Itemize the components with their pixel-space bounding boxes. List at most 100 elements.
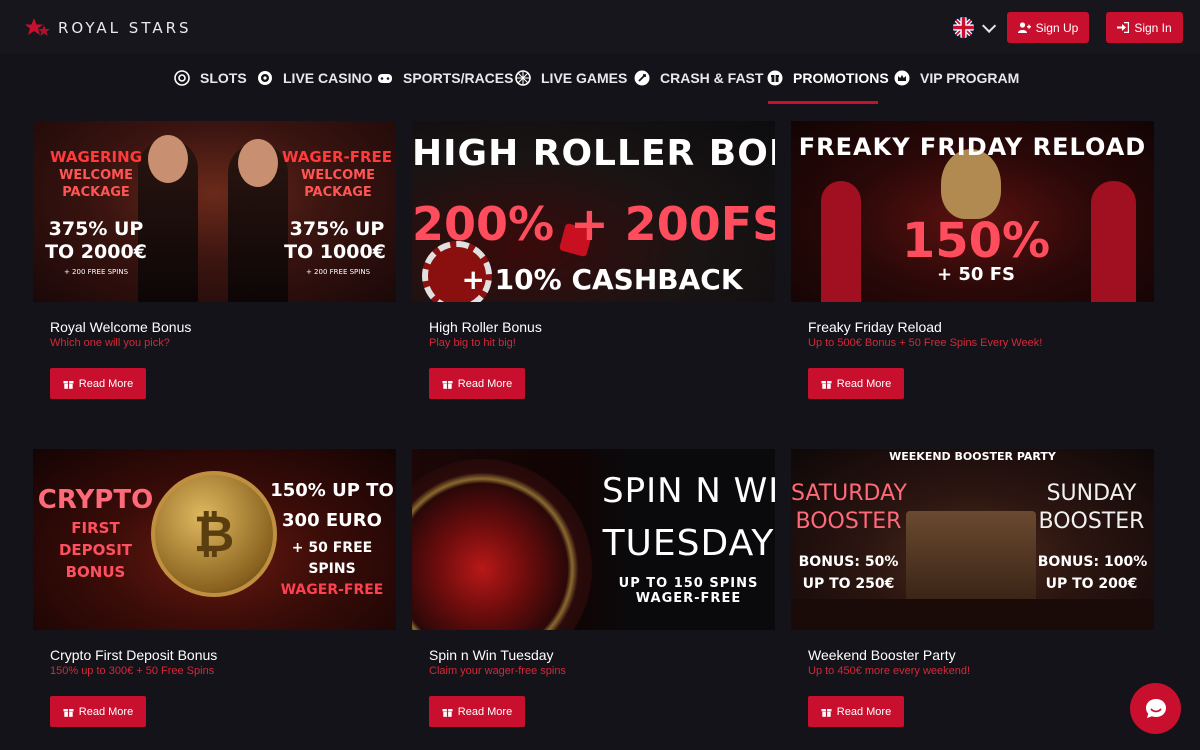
promo-card-crypto: ₿ CRYPTO FIRST DEPOSIT BONUS 150% UP TO … xyxy=(33,449,396,727)
promo-title: Freaky Friday Reload xyxy=(808,319,942,335)
promo-banner[interactable]: SPIN N WIN TUESDAY UP TO 150 SPINS WAGER… xyxy=(412,449,775,630)
active-tab-indicator xyxy=(768,101,878,104)
banner-text: WAGER-FREE xyxy=(635,591,742,606)
gamepad-icon xyxy=(377,70,393,86)
banner-text: BOOSTER xyxy=(1038,509,1145,534)
promo-banner[interactable]: ₿ CRYPTO FIRST DEPOSIT BONUS 150% UP TO … xyxy=(33,449,396,630)
banner-text: BONUS: 50% xyxy=(798,554,899,570)
rocket-icon xyxy=(634,70,650,86)
promo-title: Weekend Booster Party xyxy=(808,647,956,663)
banner-text: WAGER-FREE xyxy=(280,582,384,598)
banner-text: UP TO 150 SPINS xyxy=(618,576,759,591)
crown-icon xyxy=(894,70,910,86)
nav-label: SLOTS xyxy=(200,70,247,86)
nav-item-promotions[interactable]: PROMOTIONS xyxy=(767,70,889,86)
chat-bubble-icon xyxy=(1145,698,1166,718)
sign-in-icon xyxy=(1117,22,1130,33)
read-more-label: Read More xyxy=(457,377,513,390)
bitcoin-coin-icon: ₿ xyxy=(151,471,277,597)
sign-up-label: Sign Up xyxy=(1035,20,1079,35)
gift-icon xyxy=(442,709,453,717)
roulette-wheel-icon xyxy=(412,459,592,630)
model-face xyxy=(238,139,278,187)
banner-text: TO 1000€ xyxy=(284,241,386,263)
sign-in-label: Sign In xyxy=(1134,20,1172,35)
gift-icon xyxy=(821,381,832,389)
promo-title: Crypto First Deposit Bonus xyxy=(50,647,218,663)
promo-card-freaky-friday: FREAKY FRIDAY RELOAD 150% + 50 FS Freaky… xyxy=(791,121,1154,399)
slot-chip-icon xyxy=(174,70,190,86)
banner-text: WEEKEND BOOSTER PARTY xyxy=(889,450,1056,463)
promo-subtitle: Which one will you pick? xyxy=(50,337,170,349)
costumed-figure xyxy=(1091,181,1136,302)
sign-up-button[interactable]: Sign Up xyxy=(1007,12,1089,43)
model-face xyxy=(148,135,188,183)
promo-subtitle: Play big to hit big! xyxy=(429,337,516,349)
nav-label: PROMOTIONS xyxy=(793,70,889,86)
banner-text: FIRST xyxy=(71,519,120,537)
language-selector[interactable] xyxy=(953,17,997,38)
costumed-figure xyxy=(821,181,861,302)
gift-icon xyxy=(63,709,74,717)
banner-text: + 10% CASHBACK xyxy=(461,263,743,296)
banner-text: + 200 FREE SPINS xyxy=(63,268,129,276)
read-more-button[interactable]: Read More xyxy=(50,368,146,399)
read-more-label: Read More xyxy=(78,705,134,718)
nav-label: LIVE GAMES xyxy=(541,70,628,86)
promo-banner[interactable]: WAGERING WELCOME PACKAGE 375% UP TO 2000… xyxy=(33,121,396,302)
promo-subtitle: Up to 500€ Bonus + 50 Free Spins Every W… xyxy=(808,337,1043,349)
banner-text: 375% UP xyxy=(289,218,385,240)
promo-subtitle: Claim your wager-free spins xyxy=(429,665,566,677)
read-more-label: Read More xyxy=(836,705,892,718)
gift-icon xyxy=(821,709,832,717)
star-logo-icon xyxy=(25,18,50,36)
read-more-button[interactable]: Read More xyxy=(429,368,525,399)
live-chat-button[interactable] xyxy=(1130,683,1181,734)
top-bar: ROYAL STARS Sign Up Sign In xyxy=(0,0,1200,54)
promo-title: Spin n Win Tuesday xyxy=(429,647,554,663)
user-plus-icon xyxy=(1017,22,1031,33)
banner-text: PACKAGE xyxy=(304,185,372,200)
nav-item-live-casino[interactable]: LIVE CASINO xyxy=(257,70,372,86)
banner-text: WELCOME xyxy=(301,168,375,183)
promo-card-high-roller: HIGH ROLLER BONUS 200% + 200FS + 10% CAS… xyxy=(412,121,775,399)
promo-banner[interactable]: HIGH ROLLER BONUS 200% + 200FS + 10% CAS… xyxy=(412,121,775,302)
nav-item-crash-fast[interactable]: CRASH & FAST xyxy=(634,70,763,86)
banner-text: 150% UP TO xyxy=(270,480,394,501)
logo[interactable]: ROYAL STARS xyxy=(24,16,192,40)
read-more-button[interactable]: Read More xyxy=(50,696,146,727)
uk-flag-icon xyxy=(953,17,974,38)
mansion-building xyxy=(906,511,1036,601)
banner-text: CRYPTO xyxy=(37,485,154,515)
sign-in-button[interactable]: Sign In xyxy=(1106,12,1183,43)
banner-text: + 50 FREE xyxy=(291,540,373,556)
promo-banner[interactable]: FREAKY FRIDAY RELOAD 150% + 50 FS xyxy=(791,121,1154,302)
nav-item-slots[interactable]: SLOTS xyxy=(174,70,247,86)
nav-item-live-games[interactable]: LIVE GAMES xyxy=(515,70,627,86)
banner-text: UP TO 250€ xyxy=(802,576,895,592)
banner-text: UP TO 200€ xyxy=(1045,576,1138,592)
bitcoin-symbol-icon: ₿ xyxy=(193,505,235,563)
nav-label: SPORTS/RACES xyxy=(403,70,514,86)
banner-text: SATURDAY xyxy=(791,481,907,506)
wheel-icon xyxy=(515,70,531,86)
read-more-button[interactable]: Read More xyxy=(808,368,904,399)
banner-text: HIGH ROLLER BONUS xyxy=(412,133,775,174)
banner-text: 300 EURO xyxy=(282,510,382,531)
banner-text: + 200 FREE SPINS xyxy=(305,268,371,276)
nav-item-vip-program[interactable]: VIP PROGRAM xyxy=(894,70,1019,86)
roulette-icon xyxy=(257,70,273,86)
banner-text: BOOSTER xyxy=(795,509,902,534)
nav-item-sports-races[interactable]: SPORTS/RACES xyxy=(377,70,513,86)
read-more-label: Read More xyxy=(457,705,513,718)
nav-label: CRASH & FAST xyxy=(660,70,764,86)
banner-text: SPINS xyxy=(308,561,356,577)
banner-text: 375% UP xyxy=(48,218,144,240)
promo-banner[interactable]: WEEKEND BOOSTER PARTY SATURDAY BOOSTER B… xyxy=(791,449,1154,630)
lawn-ground xyxy=(791,599,1154,630)
banner-text: WAGERING xyxy=(49,148,143,166)
banner-text: BONUS: 100% xyxy=(1037,554,1148,570)
read-more-button[interactable]: Read More xyxy=(429,696,525,727)
read-more-button[interactable]: Read More xyxy=(808,696,904,727)
promo-card-royal-welcome: WAGERING WELCOME PACKAGE 375% UP TO 2000… xyxy=(33,121,396,399)
